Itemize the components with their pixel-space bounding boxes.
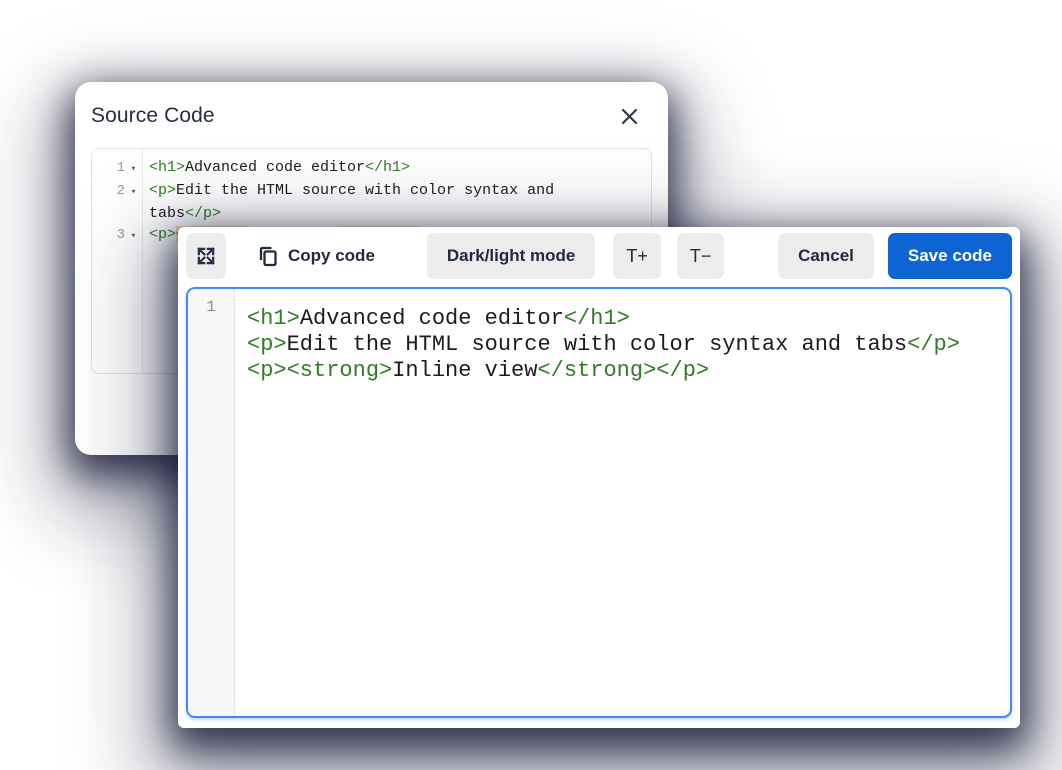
copy-code-button[interactable]: Copy code: [248, 233, 385, 279]
dialog-title: Source Code: [91, 104, 215, 128]
code-text: <p>Edit the HTML source with color synta…: [247, 332, 960, 357]
line-number: 2: [92, 181, 125, 202]
fullscreen-button[interactable]: [186, 233, 226, 279]
editor-toolbar: Copy code Dark/light mode T+ T− Cancel S…: [186, 233, 1012, 279]
fold-arrow-icon[interactable]: ▾: [125, 226, 142, 247]
fold-arrow-icon[interactable]: ▾: [125, 182, 142, 203]
code-text: <p><strong>Inline view</strong></p>: [247, 358, 709, 383]
line-number: 1: [92, 158, 125, 179]
code-text: <h1>Advanced code editor</h1>: [247, 306, 630, 331]
save-code-button[interactable]: Save code: [888, 233, 1012, 279]
copy-icon: [258, 245, 279, 268]
code-text: tabs</p>: [142, 203, 221, 224]
code-text: <h1>Advanced code editor</h1>: [142, 157, 410, 178]
cancel-button[interactable]: Cancel: [778, 233, 874, 279]
dialog-header: Source Code: [75, 82, 668, 128]
font-increase-button[interactable]: T+: [613, 233, 661, 279]
fold-arrow-icon[interactable]: ▾: [125, 159, 142, 180]
font-decrease-button[interactable]: T−: [677, 233, 725, 279]
line-number: 3: [92, 225, 125, 246]
dark-light-mode-button[interactable]: Dark/light mode: [427, 233, 595, 279]
close-icon[interactable]: [619, 106, 640, 127]
inline-code-editor[interactable]: 1 <h1>Advanced code editor</h1><p>Edit t…: [186, 287, 1012, 718]
copy-code-label: Copy code: [288, 246, 375, 266]
code-text: <p>Edit the HTML source with color synta…: [142, 180, 554, 201]
code-line: tabs</p>: [92, 203, 651, 224]
code-line: <h1>Advanced code editor</h1>: [247, 306, 1010, 332]
inline-code-lines: <h1>Advanced code editor</h1><p>Edit the…: [235, 289, 1010, 716]
line-number: 1: [206, 298, 216, 316]
inline-editor-panel: Copy code Dark/light mode T+ T− Cancel S…: [178, 227, 1020, 728]
line-number-gutter: 1: [188, 289, 235, 716]
code-line: 1▾<h1>Advanced code editor</h1>: [92, 157, 651, 180]
code-line: <p>Edit the HTML source with color synta…: [247, 332, 1010, 358]
code-line: <p><strong>Inline view</strong></p>: [247, 358, 1010, 384]
code-line: 2▾<p>Edit the HTML source with color syn…: [92, 180, 651, 203]
expand-icon: [195, 245, 217, 267]
